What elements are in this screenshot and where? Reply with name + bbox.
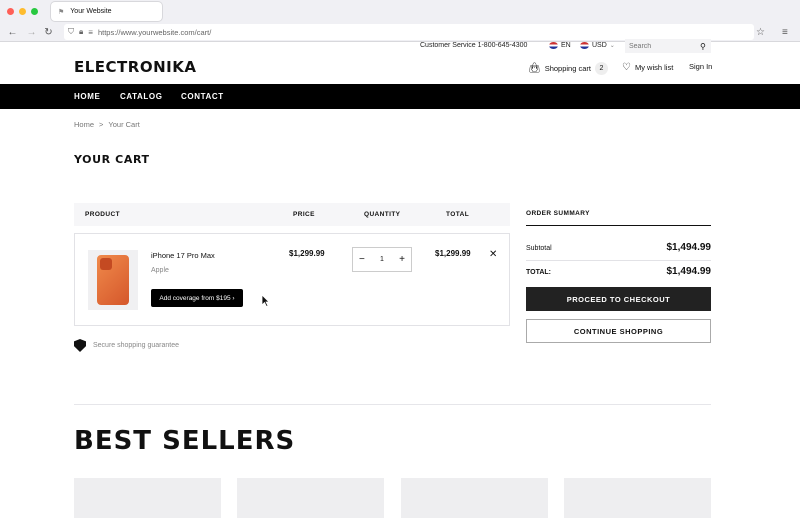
product-name[interactable]: iPhone 17 Pro Max xyxy=(151,251,215,260)
mouse-cursor-icon xyxy=(261,294,270,307)
shopping-cart-label: Shopping cart xyxy=(544,64,591,73)
product-card[interactable] xyxy=(74,478,221,518)
subtotal-label: Subtotal xyxy=(526,245,552,252)
product-brand: Apple xyxy=(151,267,169,274)
wishlist-link[interactable]: ♡ My wish list xyxy=(622,62,673,73)
browser-tab[interactable]: ⚑ Your Website xyxy=(51,2,162,21)
product-card[interactable] xyxy=(401,478,548,518)
minus-icon[interactable]: − xyxy=(359,254,365,265)
header-price: PRICE xyxy=(293,211,315,218)
proceed-to-checkout-button[interactable]: PROCEED TO CHECKOUT xyxy=(526,287,711,311)
search-icon[interactable]: ⚲ xyxy=(700,42,706,51)
breadcrumb-home[interactable]: Home xyxy=(74,120,94,129)
breadcrumb-current: Your Cart xyxy=(108,120,140,129)
quantity-value[interactable]: 1 xyxy=(380,256,384,263)
header-quantity: QUANTITY xyxy=(364,211,401,218)
header-total: TOTAL xyxy=(446,211,470,218)
nav-catalog[interactable]: CATALOG xyxy=(120,92,163,101)
maximize-window-button[interactable] xyxy=(31,8,38,15)
continue-shopping-button[interactable]: CONTINUE SHOPPING xyxy=(526,319,711,343)
back-icon[interactable]: ← xyxy=(5,27,20,38)
product-card[interactable] xyxy=(564,478,711,518)
settings-sliders-icon: ≡ xyxy=(88,27,93,37)
heart-icon: ♡ xyxy=(622,62,631,73)
utility-bar: Customer Service 1-800-645-4300 EN USD ⌄ xyxy=(0,39,800,54)
currency-value: USD xyxy=(592,42,607,49)
summary-divider xyxy=(526,225,711,226)
hamburger-menu-icon[interactable]: ≡ xyxy=(782,27,788,38)
cart-table-header: PRODUCT PRICE QUANTITY TOTAL xyxy=(74,203,510,226)
close-window-button[interactable] xyxy=(7,8,14,15)
site-logo[interactable]: ELECTRONIKA xyxy=(74,58,196,76)
main-nav: HOME CATALOG CONTACT xyxy=(0,84,800,109)
phone-image xyxy=(97,255,129,305)
minimize-window-button[interactable] xyxy=(19,8,26,15)
shopping-cart-link[interactable]: 👜︎ Shopping cart 2 xyxy=(528,62,608,75)
currency-selector[interactable]: USD ⌄ xyxy=(580,42,615,49)
product-card[interactable] xyxy=(237,478,384,518)
url-text: https://www.yourwebsite.com/cart/ xyxy=(97,27,212,37)
secure-shopping-note: Secure shopping guarantee xyxy=(74,339,179,352)
language-value: EN xyxy=(561,42,571,49)
remove-item-icon[interactable]: ✕ xyxy=(489,249,497,260)
total-value: $1,494.99 xyxy=(666,266,712,277)
customer-service-text: Customer Service 1-800-645-4300 xyxy=(420,42,528,49)
chevron-down-icon: ⌄ xyxy=(609,43,615,49)
favicon-icon: ⚑ xyxy=(58,8,65,16)
wishlist-label: My wish list xyxy=(634,63,674,72)
forward-icon[interactable]: → xyxy=(24,27,39,38)
product-image[interactable] xyxy=(88,250,138,310)
total-label: TOTAL: xyxy=(526,269,552,276)
item-total: $1,299.99 xyxy=(435,249,471,258)
header-product: PRODUCT xyxy=(85,211,120,218)
flag-icon xyxy=(549,42,558,49)
page-title: YOUR CART xyxy=(74,153,150,166)
breadcrumb-separator: > xyxy=(99,120,104,129)
language-selector[interactable]: EN xyxy=(549,42,571,49)
shopping-bag-icon: 👜︎ xyxy=(528,63,541,74)
reload-icon[interactable]: ↻ xyxy=(41,27,56,38)
total-row: TOTAL: $1,494.99 xyxy=(526,266,711,277)
plus-icon[interactable]: + xyxy=(399,254,405,265)
signin-link[interactable]: Sign In xyxy=(689,62,712,71)
item-price: $1,299.99 xyxy=(289,249,325,258)
section-divider xyxy=(74,404,711,405)
best-sellers-title: BEST SELLERS xyxy=(74,426,296,456)
quantity-stepper: − 1 + xyxy=(352,247,412,272)
window-controls xyxy=(7,8,38,15)
shield-check-icon xyxy=(74,339,86,352)
order-summary-title: ORDER SUMMARY xyxy=(526,210,590,217)
tab-title: Your Website xyxy=(70,8,112,15)
lock-icon: 🔒︎ xyxy=(79,27,84,36)
cart-count-badge: 2 xyxy=(595,62,608,75)
flag-icon xyxy=(580,42,589,49)
search-input[interactable] xyxy=(625,39,711,53)
address-bar[interactable]: ⛉ 🔒︎ ≡ https://www.yourwebsite.com/cart/ xyxy=(64,24,754,40)
add-coverage-button[interactable]: Add coverage from $195 › xyxy=(151,289,243,307)
nav-contact[interactable]: CONTACT xyxy=(181,92,224,101)
subtotal-row: Subtotal $1,494.99 xyxy=(526,242,711,253)
nav-home[interactable]: HOME xyxy=(74,92,100,101)
browser-chrome: ⚑ Your Website ← → ↻ ⛉ 🔒︎ ≡ https://www.… xyxy=(0,0,800,42)
signin-label: Sign In xyxy=(689,62,713,71)
summary-separator xyxy=(526,260,711,261)
secure-text: Secure shopping guarantee xyxy=(93,342,180,349)
cart-item-row: iPhone 17 Pro Max Apple Add coverage fro… xyxy=(74,233,510,326)
subtotal-value: $1,494.99 xyxy=(666,242,712,253)
shield-icon: ⛉ xyxy=(68,27,74,36)
breadcrumb: Home > Your Cart xyxy=(74,120,140,129)
bookmark-star-icon[interactable]: ☆ xyxy=(756,27,765,38)
